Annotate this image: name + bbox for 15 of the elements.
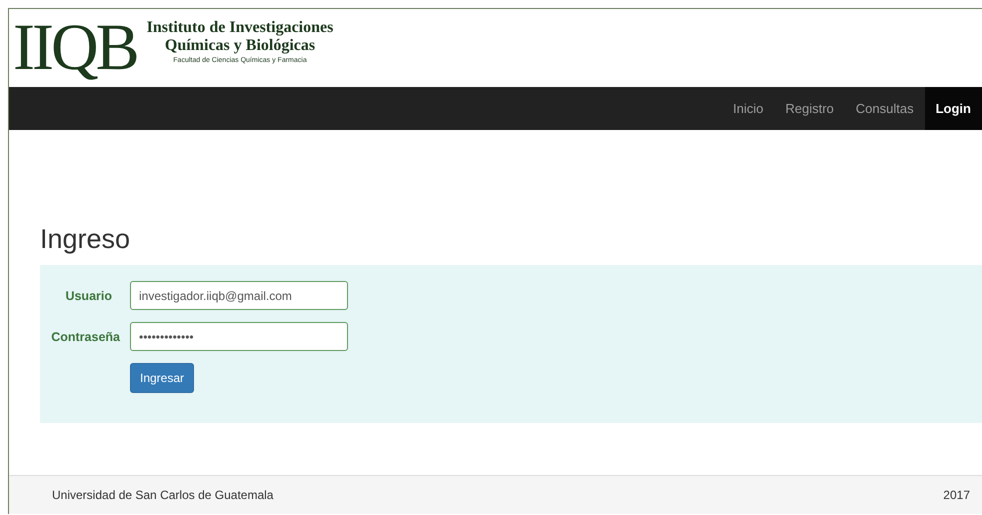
input-field[interactable]: investigador.iiqb@gmail.com [130, 281, 348, 310]
field-label: Usuario [64, 288, 113, 302]
nav-link[interactable]: Consultas [844, 87, 925, 130]
submit-button[interactable]: Ingresar [130, 363, 194, 393]
logo-mark: IIQB [13, 15, 137, 81]
field-label: Contraseña [50, 330, 120, 344]
footer-year: 2017 [943, 488, 970, 502]
nav-link[interactable]: Login [924, 87, 982, 130]
nav-link[interactable]: Registro [774, 87, 845, 130]
input-field[interactable]: ••••••••••••• [130, 322, 348, 351]
page-heading: Ingreso [40, 224, 132, 255]
logo-title: Químicas y Biológicas [164, 36, 316, 54]
footer-text: Universidad de San Carlos de Guatemala [52, 488, 274, 502]
logo-title: Instituto de Investigaciones [146, 18, 334, 36]
nav-link[interactable]: Inicio [722, 87, 774, 130]
